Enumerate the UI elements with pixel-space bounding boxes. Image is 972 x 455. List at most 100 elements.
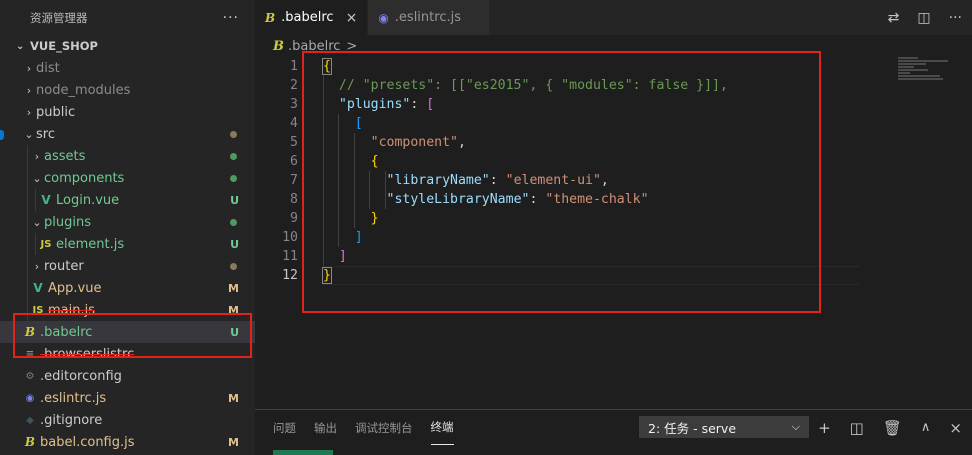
chevron-down-icon: ⌄ <box>30 216 44 229</box>
tree-file[interactable]: ⚙.editorconfig <box>0 365 255 387</box>
git-icon: ◆ <box>22 415 38 426</box>
tree-item-label: .editorconfig <box>40 369 255 384</box>
terminal-select-value: 2: 任务 - serve <box>648 418 736 437</box>
indent-guide <box>27 277 28 299</box>
chevron-down-icon: ⌄ <box>22 128 36 141</box>
tree-file[interactable]: JSelement.jsU <box>0 233 255 255</box>
tree-item-label: node_modules <box>36 83 255 98</box>
line-number: 9 <box>255 209 298 228</box>
eslint-icon: ◉ <box>378 11 388 25</box>
highlight-box-code <box>302 51 821 313</box>
gear-icon: ⚙ <box>22 371 38 382</box>
tree-folder[interactable]: ⌄src <box>0 123 255 145</box>
tree-folder[interactable]: ›node_modules <box>0 79 255 101</box>
tree-file[interactable]: VApp.vueM <box>0 277 255 299</box>
chevron-down-icon: ⌵ <box>792 420 800 434</box>
panel-tab-terminal[interactable]: 终端 <box>431 410 454 445</box>
tree-folder[interactable]: ›public <box>0 101 255 123</box>
git-status-dot <box>230 175 237 182</box>
more-actions-icon[interactable]: ··· <box>949 10 962 26</box>
chevron-right-icon: › <box>30 260 44 273</box>
line-number: 6 <box>255 152 298 171</box>
line-number: 10 <box>255 228 298 247</box>
chevron-right-icon: › <box>22 62 36 75</box>
indent-guide <box>27 189 28 211</box>
terminal-select[interactable]: 2: 任务 - serve ⌵ <box>639 416 809 438</box>
close-icon[interactable]: × <box>346 10 358 26</box>
chevron-up-icon[interactable]: ∧ <box>921 420 931 435</box>
project-name: VUE_SHOP <box>30 39 98 53</box>
line-number: 8 <box>255 190 298 209</box>
vue-icon: V <box>30 281 46 295</box>
tree-item-label: element.js <box>56 237 255 252</box>
tree-item-label: App.vue <box>48 281 255 296</box>
git-status-dot <box>230 153 237 160</box>
git-status-badge: M <box>228 436 239 449</box>
panel-tab-debug-console[interactable]: 调试控制台 <box>355 410 413 445</box>
js-icon: JS <box>38 239 54 250</box>
tab-label: .eslintrc.js <box>395 10 461 25</box>
indent-guide <box>27 255 28 277</box>
tab-babelrc[interactable]: B .babelrc × <box>255 0 368 35</box>
tree-item-label: public <box>36 105 255 120</box>
indent-guide <box>27 233 28 255</box>
tree-item-label: components <box>44 171 255 186</box>
plus-icon[interactable]: + <box>818 419 831 437</box>
git-status-badge: U <box>230 238 239 251</box>
editor-area: B .babelrc × ◉ .eslintrc.js ⇄ ◫ ··· B .b… <box>255 0 972 455</box>
line-number: 5 <box>255 133 298 152</box>
terminal-output-peek <box>273 450 333 455</box>
ellipsis-icon[interactable]: ··· <box>223 10 245 26</box>
indent-guide <box>35 189 36 211</box>
tree-file[interactable]: VLogin.vueU <box>0 189 255 211</box>
panel-actions: + ◫ 🗑 ∧ × <box>818 410 962 445</box>
scroll-marker <box>0 130 4 140</box>
tree-item-label: Login.vue <box>56 193 255 208</box>
line-number: 2 <box>255 76 298 95</box>
minimap[interactable] <box>898 57 958 81</box>
tab-actions: ⇄ ◫ ··· <box>888 0 962 35</box>
line-number: 4 <box>255 114 298 133</box>
git-status-dot <box>230 263 237 270</box>
compare-changes-icon[interactable]: ⇄ <box>888 10 900 26</box>
tree-file[interactable]: ◉.eslintrc.jsM <box>0 387 255 409</box>
split-editor-icon[interactable]: ◫ <box>917 10 930 26</box>
tree-folder[interactable]: ›router <box>0 255 255 277</box>
tree-item-label: .gitignore <box>40 413 255 428</box>
line-number: 12 <box>255 266 298 285</box>
tree-item-label: assets <box>44 149 255 164</box>
chevron-down-icon: ⌄ <box>16 41 30 52</box>
split-icon[interactable]: ◫ <box>850 419 864 437</box>
trash-icon[interactable]: 🗑 <box>883 419 902 437</box>
babel-icon: B <box>273 39 284 54</box>
explorer-header: 资源管理器 ··· <box>0 0 255 35</box>
panel-tab-output[interactable]: 输出 <box>314 410 337 445</box>
project-root[interactable]: ⌄ VUE_SHOP <box>0 35 255 57</box>
line-number: 7 <box>255 171 298 190</box>
tree-file[interactable]: ◆.gitignore <box>0 409 255 431</box>
git-status-badge: M <box>228 282 239 295</box>
close-icon[interactable]: × <box>949 419 962 437</box>
tree-item-label: .eslintrc.js <box>40 391 255 406</box>
chevron-right-icon: › <box>22 106 36 119</box>
tree-item-label: src <box>36 127 255 142</box>
git-status-dot <box>230 219 237 226</box>
indent-guide <box>27 211 28 233</box>
tree-folder[interactable]: ›assets <box>0 145 255 167</box>
indent-guide <box>35 233 36 255</box>
panel-tab-problems[interactable]: 问题 <box>273 410 296 445</box>
tree-folder[interactable]: ⌄plugins <box>0 211 255 233</box>
tab-eslintrc[interactable]: ◉ .eslintrc.js <box>368 0 490 35</box>
vue-icon: V <box>38 193 54 207</box>
git-status-dot <box>230 131 237 138</box>
tree-folder[interactable]: ⌄components <box>0 167 255 189</box>
babel-icon: B <box>22 435 38 449</box>
tree-folder[interactable]: ›dist <box>0 57 255 79</box>
tree-item-label: babel.config.js <box>40 435 255 450</box>
git-status-badge: M <box>228 392 239 405</box>
tab-bar: B .babelrc × ◉ .eslintrc.js ⇄ ◫ ··· <box>255 0 972 35</box>
chevron-down-icon: ⌄ <box>30 172 44 185</box>
tree-item-label: router <box>44 259 255 274</box>
tree-file[interactable]: Bbabel.config.jsM <box>0 431 255 453</box>
highlight-box-file <box>13 313 252 358</box>
